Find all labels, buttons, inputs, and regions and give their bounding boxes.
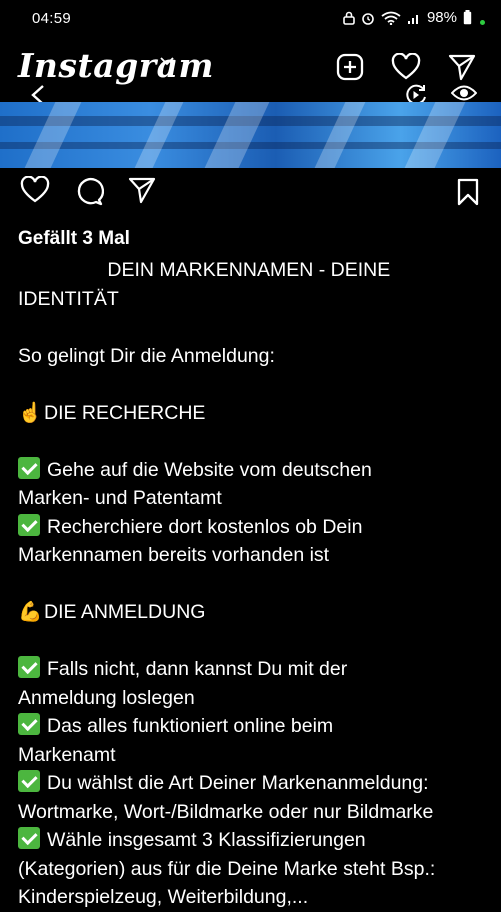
top-actions <box>333 50 479 84</box>
username-blurred[interactable] <box>18 264 102 278</box>
checklist-item: Du wählst die Art Deiner Markenanmeldung… <box>18 769 488 798</box>
check-icon <box>18 770 40 792</box>
eye-icon[interactable] <box>451 84 477 102</box>
status-time: 04:59 <box>32 10 72 27</box>
caption-line: (Kategorien) aus für die Deine Marke ste… <box>18 857 436 880</box>
signal-icon <box>407 14 418 24</box>
checklist-item: Das alles funktioniert online beim <box>18 712 488 741</box>
section-heading: 💪DIE ANMELDUNG <box>18 598 488 627</box>
post-actions <box>0 176 501 220</box>
image-stripe <box>314 102 366 168</box>
image-stripe <box>204 102 270 168</box>
flexed-biceps-icon: 💪 <box>18 601 43 623</box>
battery-icon <box>463 10 472 25</box>
wifi-icon <box>381 11 401 25</box>
checklist-item: Gehe auf die Website vom deutschen <box>18 456 488 485</box>
checklist-item: Falls nicht, dann kannst Du mit der <box>18 655 488 684</box>
caption-line: Anmeldung loslegen <box>18 686 195 709</box>
like-heart-icon[interactable] <box>20 176 50 204</box>
check-icon <box>18 456 40 479</box>
comment-icon[interactable] <box>74 176 104 206</box>
chevron-down-icon[interactable] <box>160 56 174 66</box>
messages-button[interactable] <box>445 50 479 84</box>
caption-line: Markenamt <box>18 743 116 766</box>
top-bar: Instagram <box>0 40 501 105</box>
caption-title: DEIN MARKENNAMEN - DEINE <box>107 259 391 281</box>
image-stripe <box>404 102 466 168</box>
caption-line: IDENTITÄT <box>18 287 119 310</box>
section-heading: ☝️DIE RECHERCHE <box>18 399 488 428</box>
caption-line: Marken- und Patentamt <box>18 487 222 509</box>
check-icon <box>18 513 40 536</box>
lock-icon <box>343 11 355 25</box>
image-stripe <box>24 102 82 168</box>
image-stripe <box>134 102 184 168</box>
status-icons: 98% <box>343 9 485 26</box>
likes-count[interactable]: Gefällt 3 Mal <box>18 228 130 250</box>
status-bar: 04:59 98% <box>0 0 501 38</box>
alarm-icon <box>362 12 374 25</box>
post-caption: DEIN MARKENNAMEN - DEINE IDENTITÄT So ge… <box>18 256 488 912</box>
caption-line: Wortmarke, Wort-/Bildmarke oder nur Bild… <box>18 800 434 823</box>
battery-percent: 98% <box>426 9 457 26</box>
send-icon <box>448 54 476 81</box>
create-button[interactable] <box>333 50 367 84</box>
caption-line: DEIN MARKENNAMEN - DEINE <box>18 256 488 285</box>
check-icon <box>18 713 40 735</box>
recording-dot-icon <box>480 20 485 25</box>
activity-button[interactable] <box>389 50 423 84</box>
check-icon <box>18 827 40 849</box>
pointing-up-icon: ☝️ <box>18 401 43 424</box>
caption-line: Kinderspielzeug, Weiterbildung,... <box>18 886 309 908</box>
plus-square-icon <box>336 53 364 81</box>
caption-line: Markennamen bereits vorhanden ist <box>18 544 330 566</box>
post-image[interactable] <box>0 102 501 168</box>
share-icon[interactable] <box>128 176 156 204</box>
check-icon <box>18 656 40 678</box>
instagram-logo[interactable]: Instagram <box>18 46 214 85</box>
checklist-item: Recherchiere dort kostenlos ob Dein <box>18 513 488 542</box>
caption-line: So gelingt Dir die Anmeldung: <box>18 344 275 367</box>
checklist-item: Wähle insgesamt 3 Klassifizierungen <box>18 826 488 855</box>
bookmark-icon[interactable] <box>456 178 480 206</box>
heart-icon <box>391 53 421 80</box>
